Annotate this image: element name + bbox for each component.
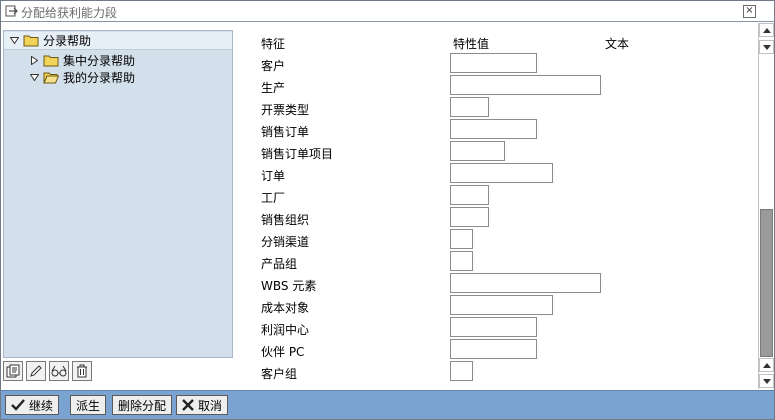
close-button[interactable]: × <box>743 5 756 18</box>
edit-button[interactable] <box>26 361 46 381</box>
tree-item-central-entry-help[interactable]: 集中分录帮助 <box>4 51 232 69</box>
tree-item-label: 分录帮助 <box>43 34 92 48</box>
tree-item-label: 集中分录帮助 <box>63 53 136 68</box>
column-header-value: 特性值 <box>453 37 490 51</box>
tree-toolbar <box>3 361 92 381</box>
arrow-down-icon <box>762 44 771 50</box>
billing-type-input[interactable] <box>450 97 489 117</box>
label-plant: 工厂 <box>261 191 286 205</box>
sales-order-item-input[interactable] <box>450 141 505 161</box>
dialog-window: 分配给获利能力段 × 分录帮助 集中分录帮助 我的分录帮助 特征 特性值 文本 … <box>0 0 775 420</box>
folder-icon <box>23 35 39 47</box>
partner-pc-input[interactable] <box>450 339 537 359</box>
scroll-up-button[interactable] <box>759 358 774 372</box>
order-input[interactable] <box>450 163 553 183</box>
division-input[interactable] <box>450 251 473 271</box>
label-cost-object: 成本对象 <box>261 301 310 315</box>
label-distribution-channel: 分销渠道 <box>261 235 310 249</box>
display-details-button[interactable] <box>3 361 23 381</box>
close-icon: × <box>745 5 754 16</box>
delete-assignment-button[interactable]: 删除分配 <box>112 395 173 415</box>
scroll-bottom-button[interactable] <box>759 374 774 388</box>
title-bar: 分配给获利能力段 × <box>1 1 774 22</box>
label-customer: 客户 <box>261 59 286 73</box>
document-arrow-icon <box>5 5 18 17</box>
label-sales-org: 销售组织 <box>261 213 310 227</box>
label-sales-order: 销售订单 <box>261 125 310 139</box>
label-customer-group: 客户组 <box>261 367 298 381</box>
cost-object-input[interactable] <box>450 295 553 315</box>
column-header-characteristic: 特征 <box>261 37 286 51</box>
label-division: 产品组 <box>261 257 298 271</box>
cancel-button[interactable]: 取消 <box>176 395 229 415</box>
sales-order-input[interactable] <box>450 119 537 139</box>
delete-button[interactable] <box>72 361 92 381</box>
folder-open-icon <box>43 72 59 83</box>
edit-pencil-icon <box>30 365 42 377</box>
expand-toggle-icon[interactable] <box>28 71 40 83</box>
tree-item-my-entry-help[interactable]: 我的分录帮助 <box>4 68 232 86</box>
label-billing-type: 开票类型 <box>261 103 310 117</box>
cancel-label: 取消 <box>198 398 223 413</box>
entry-help-tree: 分录帮助 集中分录帮助 我的分录帮助 <box>3 30 233 358</box>
characteristics-form: 特征 特性值 文本 客户 生产 开票类型 销售订单 销售订单项目 订单 工厂 销… <box>233 23 757 389</box>
folder-icon <box>43 55 59 66</box>
collapse-toggle-icon[interactable] <box>28 54 40 66</box>
label-wbs-element: WBS 元素 <box>261 279 317 293</box>
expand-toggle-icon[interactable] <box>8 35 20 47</box>
customer-input[interactable] <box>450 53 537 73</box>
glasses-icon <box>51 365 67 377</box>
derive-label: 派生 <box>76 398 101 413</box>
cross-icon <box>182 399 194 411</box>
label-order: 订单 <box>261 169 286 183</box>
derive-button[interactable]: 派生 <box>70 395 107 415</box>
scroll-down-button-top[interactable] <box>759 40 774 54</box>
product-input[interactable] <box>450 75 601 95</box>
customer-group-input[interactable] <box>450 361 473 381</box>
label-product: 生产 <box>261 81 286 95</box>
action-bar: 继续 派生 删除分配 取消 <box>1 390 774 419</box>
delete-assignment-label: 删除分配 <box>118 398 167 413</box>
arrow-up-icon <box>762 362 771 368</box>
trash-icon <box>77 364 87 378</box>
glasses-button[interactable] <box>49 361 69 381</box>
display-details-icon <box>6 364 20 378</box>
label-sales-order-item: 销售订单项目 <box>261 147 334 161</box>
scrollbar-thumb[interactable] <box>760 209 773 357</box>
sales-org-input[interactable] <box>450 207 489 227</box>
profit-center-input[interactable] <box>450 317 537 337</box>
column-header-text: 文本 <box>605 37 630 51</box>
vertical-scrollbar[interactable] <box>758 23 774 389</box>
label-profit-center: 利润中心 <box>261 323 310 337</box>
arrow-up-icon <box>762 27 771 33</box>
plant-input[interactable] <box>450 185 489 205</box>
tree-item-entry-help[interactable]: 分录帮助 <box>4 32 232 50</box>
continue-button[interactable]: 继续 <box>5 395 60 415</box>
scroll-top-button[interactable] <box>759 23 774 37</box>
distribution-channel-input[interactable] <box>450 229 473 249</box>
tree-item-label: 我的分录帮助 <box>63 70 136 85</box>
window-title: 分配给获利能力段 <box>21 6 118 20</box>
label-partner-pc: 伙伴 PC <box>261 345 305 359</box>
arrow-down-icon <box>762 378 771 384</box>
wbs-element-input[interactable] <box>450 273 601 293</box>
checkmark-icon <box>11 399 25 411</box>
continue-label: 继续 <box>29 398 54 413</box>
